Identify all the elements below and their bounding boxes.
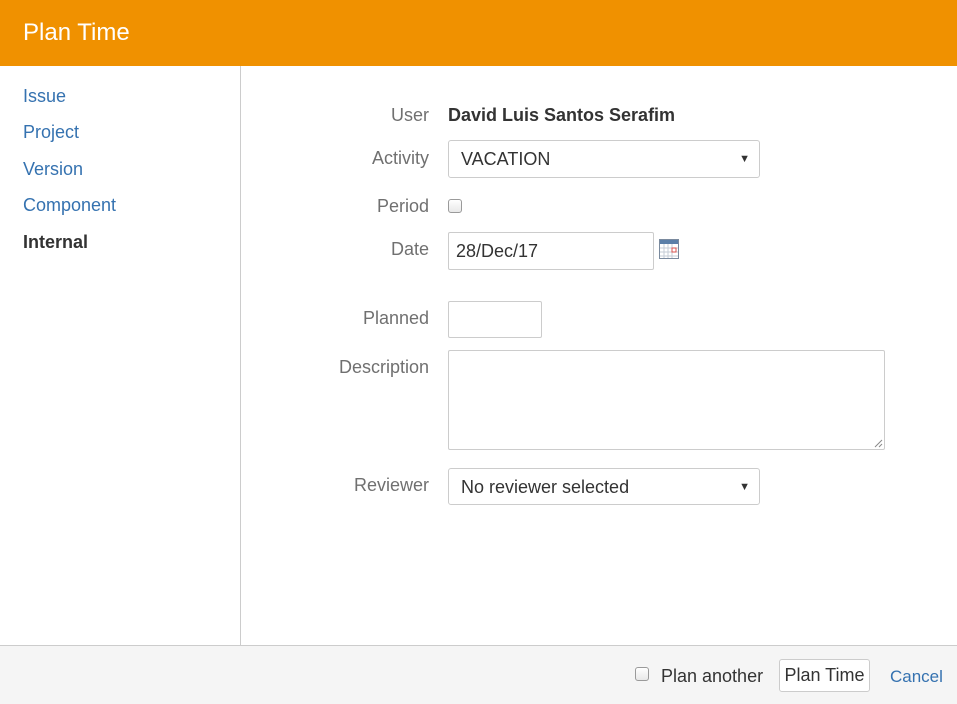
reviewer-label: Reviewer	[353, 475, 429, 495]
user-value: David Luis Santos Serafim	[448, 105, 676, 125]
plan-time-form: User David Luis Santos Serafim Activity …	[242, 66, 957, 645]
activity-label: Activity	[371, 148, 429, 168]
resize-grip-icon[interactable]	[873, 438, 883, 448]
user-label: User	[390, 105, 429, 125]
period-checkbox[interactable]	[448, 199, 462, 213]
dialog-header: Plan Time	[0, 0, 957, 66]
reviewer-select[interactable]: No reviewer selected ▼	[448, 468, 760, 505]
sidebar-item-issue[interactable]: Issue	[23, 85, 66, 107]
plan-time-button[interactable]: Plan Time	[779, 659, 870, 692]
dialog-title: Plan Time	[23, 19, 130, 46]
sidebar-item-version[interactable]: Version	[23, 158, 83, 180]
date-label: Date	[390, 239, 429, 259]
plan-another-checkbox[interactable]	[635, 667, 649, 681]
chevron-down-icon: ▼	[739, 481, 750, 493]
period-label: Period	[376, 196, 429, 216]
reviewer-selected-value: No reviewer selected	[461, 477, 630, 497]
planned-input[interactable]	[448, 301, 542, 338]
date-input[interactable]: 28/Dec/17	[448, 232, 654, 270]
sidebar: Issue Project Version Component Internal	[0, 66, 241, 645]
chevron-down-icon: ▼	[739, 153, 750, 165]
plan-another-label: Plan another	[661, 666, 764, 686]
sidebar-item-internal[interactable]: Internal	[23, 231, 88, 253]
sidebar-item-project[interactable]: Project	[23, 121, 79, 143]
planned-label: Planned	[362, 308, 429, 328]
activity-select[interactable]: VACATION ▼	[448, 140, 760, 178]
cancel-link[interactable]: Cancel	[890, 666, 943, 688]
calendar-icon[interactable]	[659, 239, 679, 259]
activity-selected-value: VACATION	[461, 149, 551, 169]
description-label: Description	[338, 357, 429, 377]
sidebar-item-component[interactable]: Component	[23, 194, 116, 216]
dialog-footer: Plan another Plan Time Cancel	[0, 645, 957, 704]
description-textarea[interactable]	[448, 350, 885, 450]
